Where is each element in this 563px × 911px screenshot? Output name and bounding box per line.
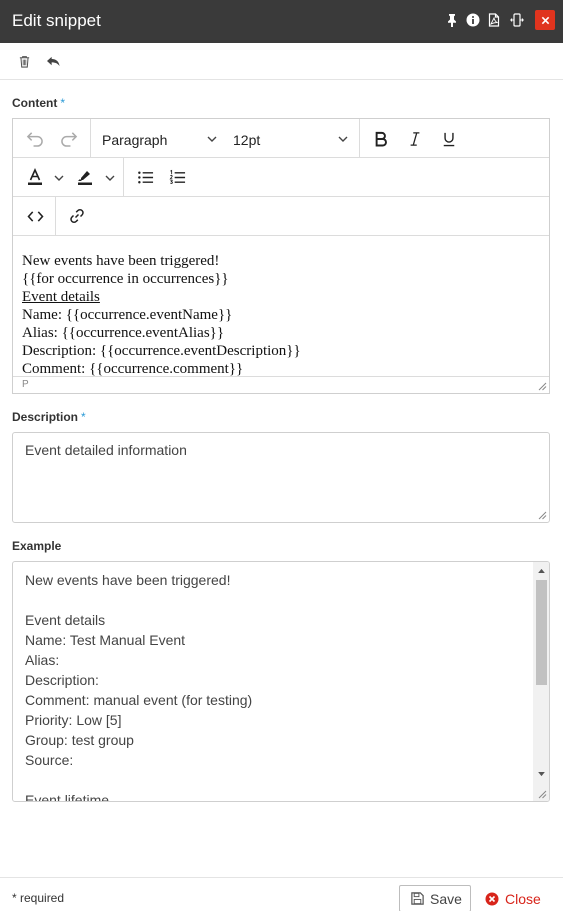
close-circle-icon xyxy=(485,892,499,906)
resize-width-icon[interactable] xyxy=(508,11,526,29)
editor-toolbar-row-3 xyxy=(13,197,549,236)
info-icon[interactable] xyxy=(464,11,482,29)
description-label-text: Description xyxy=(12,410,79,424)
example-line: Name: Test Manual Event xyxy=(25,632,186,648)
chevron-down-icon[interactable] xyxy=(206,133,218,145)
description-label: Description * xyxy=(12,410,86,424)
block-format-select[interactable]: Paragraph xyxy=(102,132,167,148)
example-preview[interactable]: New events have been triggered! Event de… xyxy=(12,561,550,802)
editor-line: Description: {{occurrence.eventDescripti… xyxy=(22,343,301,359)
bullet-list-icon[interactable] xyxy=(134,166,156,188)
chevron-down-icon[interactable] xyxy=(337,133,349,145)
underline-icon[interactable] xyxy=(438,128,460,150)
example-line xyxy=(25,770,535,790)
element-path[interactable]: P xyxy=(22,379,29,390)
editor-toolbar-row-1: Paragraph 12pt xyxy=(13,119,549,158)
window-titlebar: Edit snippet xyxy=(0,0,563,43)
resize-grip-icon[interactable] xyxy=(538,511,547,520)
close-button[interactable]: Close xyxy=(485,890,541,908)
link-icon[interactable] xyxy=(66,205,88,227)
editor-line: Event details xyxy=(22,289,100,305)
example-line: Comment: manual event (for testing) xyxy=(25,692,253,708)
description-value: Event detailed information xyxy=(25,442,187,458)
chevron-down-icon[interactable] xyxy=(53,172,65,184)
resize-grip-icon[interactable] xyxy=(538,790,547,799)
toolbar-separator xyxy=(123,158,124,197)
numbered-list-icon[interactable] xyxy=(166,166,188,188)
example-line: Group: test group xyxy=(25,732,134,748)
action-toolbar xyxy=(0,43,563,80)
highlight-color-icon[interactable] xyxy=(74,166,96,188)
italic-icon[interactable] xyxy=(404,128,426,150)
close-label: Close xyxy=(505,891,541,907)
save-label: Save xyxy=(430,890,462,907)
editor-statusbar: P xyxy=(13,376,549,393)
text-color-icon[interactable] xyxy=(24,166,46,188)
example-line: Source: xyxy=(25,752,74,768)
editor-line: {{for occurrence in occurrences}} xyxy=(22,271,229,287)
example-line: New events have been triggered! xyxy=(25,572,231,588)
chevron-down-icon[interactable] xyxy=(104,172,116,184)
toolbar-separator xyxy=(90,119,91,158)
pdf-icon[interactable] xyxy=(485,11,503,29)
required-note: * required xyxy=(12,891,65,905)
toolbar-separator xyxy=(55,197,56,236)
window-title: Edit snippet xyxy=(12,11,101,30)
resize-grip-icon[interactable] xyxy=(538,382,547,391)
redo-icon[interactable] xyxy=(58,128,80,148)
bold-icon[interactable] xyxy=(370,128,392,150)
undo-icon[interactable] xyxy=(23,128,45,148)
content-label-text: Content xyxy=(12,96,58,110)
save-icon xyxy=(411,892,424,905)
dialog-footer: * required Save Close xyxy=(0,877,563,911)
description-field[interactable]: Event detailed information xyxy=(12,432,550,523)
scroll-up-icon[interactable] xyxy=(536,565,546,575)
editor-line: Name: {{occurrence.eventName}} xyxy=(22,307,233,323)
editor-line: Alias: {{occurrence.eventAlias}} xyxy=(22,325,225,341)
content-label: Content * xyxy=(12,96,65,110)
content-editor: Paragraph 12pt New events have been trig… xyxy=(12,118,550,394)
trash-icon[interactable] xyxy=(16,53,32,69)
required-asterisk: * xyxy=(60,96,65,110)
save-button[interactable]: Save xyxy=(399,885,471,911)
example-lines: New events have been triggered! Event de… xyxy=(25,570,535,802)
scroll-down-icon[interactable] xyxy=(536,769,546,779)
example-scrollbar[interactable] xyxy=(533,562,549,801)
example-line: Event lifetime xyxy=(25,792,110,802)
example-line: Priority: Low [5] xyxy=(25,712,122,728)
example-line xyxy=(25,590,535,610)
editor-line: Comment: {{occurrence.comment}} xyxy=(22,361,244,376)
example-label: Example xyxy=(12,539,62,553)
example-line: Alias: xyxy=(25,652,60,668)
editor-content-area[interactable]: New events have been triggered! {{for oc… xyxy=(13,236,549,376)
source-code-icon[interactable] xyxy=(24,206,46,226)
scroll-thumb[interactable] xyxy=(536,580,547,685)
example-line: Description: xyxy=(25,672,99,688)
editor-line: New events have been triggered! xyxy=(22,253,220,269)
required-asterisk: * xyxy=(81,410,86,424)
undo-arrow-icon[interactable] xyxy=(45,53,61,69)
close-icon[interactable] xyxy=(535,10,555,30)
editor-toolbar-row-2 xyxy=(13,158,549,197)
pin-icon[interactable] xyxy=(443,11,461,29)
example-line: Event details xyxy=(25,612,106,628)
font-size-select[interactable]: 12pt xyxy=(233,132,260,148)
toolbar-separator xyxy=(359,119,360,158)
